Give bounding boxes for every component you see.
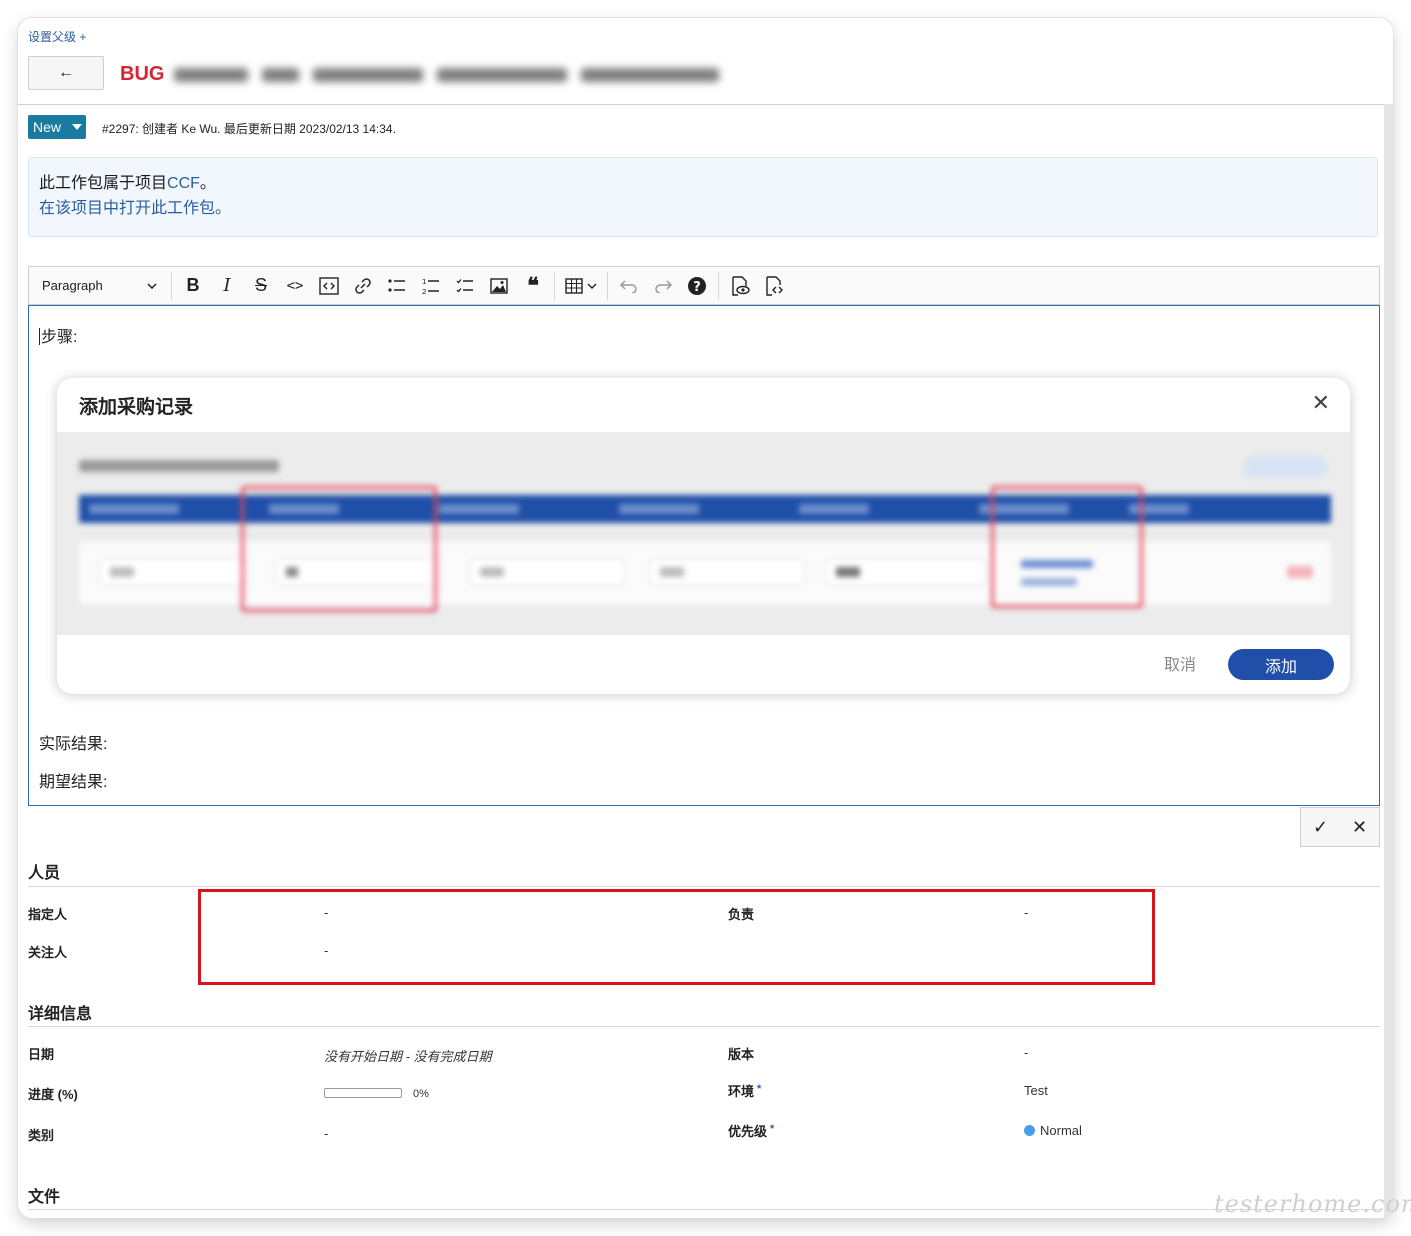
- status-dropdown[interactable]: New: [28, 115, 86, 139]
- details-section-title: 详细信息: [28, 1006, 93, 1023]
- section-divider: [28, 1209, 1380, 1210]
- progress-bar[interactable]: [324, 1088, 402, 1098]
- status-label: New: [33, 119, 62, 135]
- category-value[interactable]: -: [324, 1126, 328, 1141]
- blockquote-icon[interactable]: ❝: [516, 271, 550, 301]
- link-icon[interactable]: [346, 271, 380, 301]
- todo-list-icon[interactable]: [448, 271, 482, 301]
- work-package-type: BUG: [120, 63, 165, 85]
- text-cursor: [39, 328, 40, 345]
- redo-icon[interactable]: [646, 271, 680, 301]
- undo-icon[interactable]: [612, 271, 646, 301]
- toolbar-divider: [554, 271, 555, 300]
- project-info-banner: 此工作包属于项目CCF。 在该项目中打开此工作包。: [28, 157, 1378, 237]
- paragraph-style-select[interactable]: Paragraph: [29, 278, 167, 293]
- toolbar-divider: [718, 271, 719, 300]
- section-divider: [28, 886, 1380, 887]
- svg-text:2: 2: [422, 288, 426, 295]
- cancel-close-icon[interactable]: ✕: [1352, 817, 1367, 838]
- preview-icon[interactable]: [723, 271, 757, 301]
- open-in-project-link[interactable]: 在该项目中打开此工作包。: [39, 196, 1367, 221]
- assignee-label: 指定人: [28, 907, 68, 922]
- progress-label: 进度 (%): [28, 1087, 78, 1102]
- bold-icon[interactable]: B: [176, 271, 210, 301]
- table-icon[interactable]: [559, 271, 603, 301]
- italic-icon[interactable]: I: [210, 271, 244, 301]
- edit-actions: ✓ ✕: [1300, 807, 1380, 847]
- description-editor[interactable]: 步骤: 添加采购记录 ✕ 取消 添加 实际结果: 期望结果:: [28, 305, 1380, 806]
- project-link[interactable]: CCF: [167, 175, 200, 192]
- environment-value[interactable]: Test: [1024, 1083, 1048, 1098]
- set-parent-label: 设置父级: [28, 30, 77, 44]
- code-block-icon[interactable]: [312, 271, 346, 301]
- priority-label: 优先级 *: [728, 1121, 774, 1140]
- watcher-label: 关注人: [28, 945, 68, 960]
- bulleted-list-icon[interactable]: [380, 271, 414, 301]
- version-label: 版本: [728, 1047, 755, 1062]
- date-value[interactable]: 没有开始日期 - 没有完成日期: [324, 1046, 492, 1065]
- priority-label-text: 优先级: [728, 1124, 768, 1139]
- close-icon: ✕: [1311, 390, 1330, 415]
- dialog-cancel-button: 取消: [1163, 657, 1196, 674]
- help-icon[interactable]: ?: [680, 271, 714, 301]
- watermark: testerhome.com: [1214, 1190, 1411, 1218]
- files-section-title: 文件: [28, 1189, 61, 1206]
- info-period: 。: [199, 175, 216, 192]
- strikethrough-icon[interactable]: S: [244, 271, 278, 301]
- dialog-title: 添加采购记录: [79, 397, 194, 418]
- dialog-add-button: 添加: [1228, 649, 1334, 680]
- info-text: 此工作包属于项目: [39, 175, 168, 192]
- required-marker: *: [757, 1083, 762, 1095]
- caret-down-icon: [72, 124, 83, 130]
- work-package-meta: #2297: 创建者 Ke Wu. 最后更新日期 2023/02/13 14:3…: [102, 122, 396, 136]
- work-package-window: 设置父级 + ← BUG New #2297: 创建者 Ke Wu. 最后更新日…: [18, 18, 1393, 1218]
- svg-text:1: 1: [422, 278, 426, 286]
- toolbar-divider: [607, 271, 608, 300]
- environment-label: 环境 *: [728, 1081, 761, 1100]
- back-arrow-icon: ←: [58, 64, 74, 81]
- required-marker: *: [770, 1123, 775, 1135]
- code-icon[interactable]: <>: [278, 271, 312, 301]
- scrollbar[interactable]: [1384, 104, 1393, 1218]
- dialog-blurred-content: [57, 432, 1350, 635]
- source-icon[interactable]: [757, 271, 791, 301]
- paragraph-style-value: Paragraph: [42, 278, 103, 293]
- back-button[interactable]: ←: [28, 56, 104, 90]
- environment-label-text: 环境: [728, 1084, 755, 1099]
- section-divider: [28, 1026, 1380, 1027]
- expected-result-label[interactable]: 期望结果:: [39, 768, 107, 792]
- plus-icon: +: [79, 30, 87, 44]
- annotation-highlight-box: [198, 889, 1155, 985]
- priority-value-text: Normal: [1040, 1123, 1082, 1138]
- progress-value: 0%: [413, 1088, 429, 1100]
- image-icon[interactable]: [482, 271, 516, 301]
- set-parent-link[interactable]: 设置父级 +: [28, 28, 86, 45]
- subject-redacted[interactable]: [174, 65, 719, 85]
- priority-color-dot: [1024, 1125, 1035, 1136]
- embedded-screenshot-dialog: 添加采购记录 ✕ 取消 添加: [57, 378, 1350, 694]
- actual-result-label[interactable]: 实际结果:: [39, 730, 107, 754]
- toolbar-divider: [171, 271, 172, 300]
- editor-toolbar: Paragraph B I S <> 12 ❝ ?: [28, 266, 1380, 305]
- version-value[interactable]: -: [1024, 1045, 1028, 1060]
- svg-text:?: ?: [693, 280, 701, 295]
- header-divider: [18, 104, 1384, 105]
- steps-label: 步骤:: [41, 329, 78, 346]
- priority-value[interactable]: Normal: [1024, 1123, 1082, 1138]
- date-label: 日期: [28, 1047, 55, 1062]
- save-check-icon[interactable]: ✓: [1313, 817, 1328, 838]
- steps-line[interactable]: 步骤:: [39, 323, 77, 347]
- chevron-down-icon: [147, 282, 157, 289]
- people-section-title: 人员: [28, 865, 61, 882]
- numbered-list-icon[interactable]: 12: [414, 271, 448, 301]
- category-label: 类别: [28, 1128, 55, 1143]
